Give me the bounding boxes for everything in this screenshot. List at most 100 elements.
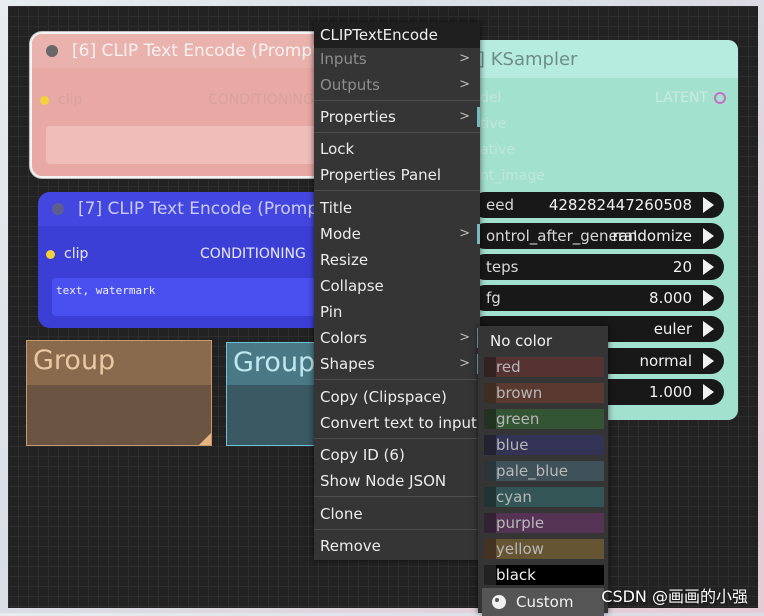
menu-item-collapse[interactable]: Collapse [314, 273, 480, 299]
collapse-dot-icon[interactable] [52, 203, 64, 215]
right-arrow-icon[interactable] [703, 228, 714, 244]
menu-item-clone[interactable]: Clone [314, 501, 480, 527]
right-arrow-icon[interactable] [703, 259, 714, 275]
color-label: purple [496, 514, 545, 532]
widget-value: 8.000 [649, 289, 692, 307]
submenu-indicator [477, 107, 480, 127]
color-swatch [484, 409, 496, 429]
color-option-green[interactable]: green [484, 409, 604, 429]
node-context-menu: CLIPTextEncode Inputs > Outputs > Properti… [314, 22, 480, 560]
color-option-none[interactable]: No color [484, 331, 604, 351]
input-slot-dot-icon[interactable] [46, 250, 55, 259]
menu-item-properties[interactable]: Properties > [314, 104, 480, 130]
color-label: cyan [496, 488, 532, 506]
menu-item-remove[interactable]: Remove [314, 533, 480, 559]
color-option-yellow[interactable]: yellow [484, 539, 604, 559]
color-option-pale-blue[interactable]: pale_blue [484, 461, 604, 481]
menu-item-label: Show Node JSON [320, 472, 447, 490]
menu-item-copy-clipspace[interactable]: Copy (Clipspace) [314, 384, 480, 410]
color-label: red [496, 358, 521, 376]
color-label: yellow [496, 540, 544, 558]
submenu-arrow-icon: > [459, 51, 470, 66]
menu-item-resize[interactable]: Resize [314, 247, 480, 273]
color-label: brown [496, 384, 543, 402]
menu-item-outputs[interactable]: Outputs > [314, 72, 480, 98]
menu-item-label: Remove [320, 537, 381, 555]
collapse-dot-icon[interactable] [46, 45, 58, 57]
input-slot-label: del [480, 90, 502, 106]
widget-value: 1.000 [649, 383, 692, 401]
right-arrow-icon[interactable] [703, 197, 714, 213]
steps-widget[interactable]: teps 20 [472, 254, 724, 280]
menu-item-label: Copy (Clipspace) [320, 388, 447, 406]
right-arrow-icon[interactable] [703, 353, 714, 369]
widget-value: randomize [612, 227, 692, 245]
cfg-widget[interactable]: fg 8.000 [472, 285, 724, 311]
group-pale-blue[interactable]: Group [226, 342, 326, 446]
widget-label: fg [486, 289, 501, 307]
menu-separator [314, 132, 480, 133]
color-label: black [496, 566, 536, 584]
submenu-arrow-icon: > [459, 356, 470, 371]
menu-item-label: Convert text to input [320, 414, 477, 432]
color-swatch [484, 383, 496, 403]
color-option-brown[interactable]: brown [484, 383, 604, 403]
menu-separator [314, 379, 480, 380]
control-after-generate-widget[interactable]: ontrol_after_generate randomize [472, 223, 724, 249]
menu-item-lock[interactable]: Lock [314, 136, 480, 162]
color-option-red[interactable]: red [484, 357, 604, 377]
menu-item-label: Properties Panel [320, 166, 442, 184]
widget-value: 20 [672, 258, 692, 276]
node-title-bar[interactable]: ] KSampler [464, 40, 738, 78]
submenu-indicator [477, 224, 480, 244]
watermark: CSDN @画画的小强 [601, 587, 748, 606]
color-swatch [484, 461, 496, 481]
submenu-arrow-icon: > [459, 77, 470, 92]
seed-widget[interactable]: eed 428282447260508 [472, 192, 724, 218]
custom-label: Custom [516, 593, 574, 611]
input-slot-dot-icon[interactable] [40, 96, 49, 105]
menu-item-convert-text-to-input[interactable]: Convert text to input [314, 410, 480, 436]
menu-item-inputs[interactable]: Inputs > [314, 46, 480, 72]
color-option-black[interactable]: black [484, 565, 604, 585]
color-option-custom[interactable]: Custom [482, 588, 604, 616]
submenu-arrow-icon: > [459, 109, 470, 124]
menu-item-label: Copy ID (6) [320, 446, 405, 464]
menu-item-copy-id[interactable]: Copy ID (6) [314, 442, 480, 468]
input-slot-label: clip [58, 92, 83, 108]
menu-item-show-node-json[interactable]: Show Node JSON [314, 468, 480, 494]
menu-item-properties-panel[interactable]: Properties Panel [314, 162, 480, 188]
input-slot-label: nt_image [480, 168, 545, 184]
menu-item-label: Colors [320, 329, 367, 347]
right-arrow-icon[interactable] [703, 290, 714, 306]
menu-item-title[interactable]: Title [314, 195, 480, 221]
node-title: [6] CLIP Text Encode (Prompt) [72, 41, 326, 61]
right-arrow-icon[interactable] [703, 321, 714, 337]
right-arrow-icon[interactable] [703, 384, 714, 400]
node-title: [7] CLIP Text Encode (Prompt) [78, 199, 332, 219]
resize-handle-icon[interactable] [199, 433, 211, 445]
menu-item-label: Lock [320, 140, 355, 158]
menu-item-label: Mode [320, 225, 361, 243]
widget-value: euler [653, 320, 692, 338]
output-slot[interactable]: LATENT [655, 90, 726, 106]
menu-item-label: Resize [320, 251, 369, 269]
color-option-blue[interactable]: blue [484, 435, 604, 455]
submenu-arrow-icon: > [459, 226, 470, 241]
colors-submenu: No color red brown green blue pale_blue … [478, 326, 608, 616]
menu-item-mode[interactable]: Mode > [314, 221, 480, 247]
menu-item-label: Pin [320, 303, 343, 321]
group-brown[interactable]: Group [26, 340, 212, 446]
menu-separator [314, 438, 480, 439]
output-slot-dot-icon[interactable] [714, 92, 726, 104]
color-swatch [484, 487, 496, 507]
menu-item-pin[interactable]: Pin [314, 299, 480, 325]
menu-item-colors[interactable]: Colors > [314, 325, 480, 351]
color-option-purple[interactable]: purple [484, 513, 604, 533]
menu-item-label: Outputs [320, 76, 380, 94]
menu-item-shapes[interactable]: Shapes > [314, 351, 480, 377]
submenu-arrow-icon: > [459, 330, 470, 345]
menu-separator [314, 100, 480, 101]
node-title: ] KSampler [478, 48, 578, 70]
color-option-cyan[interactable]: cyan [484, 487, 604, 507]
